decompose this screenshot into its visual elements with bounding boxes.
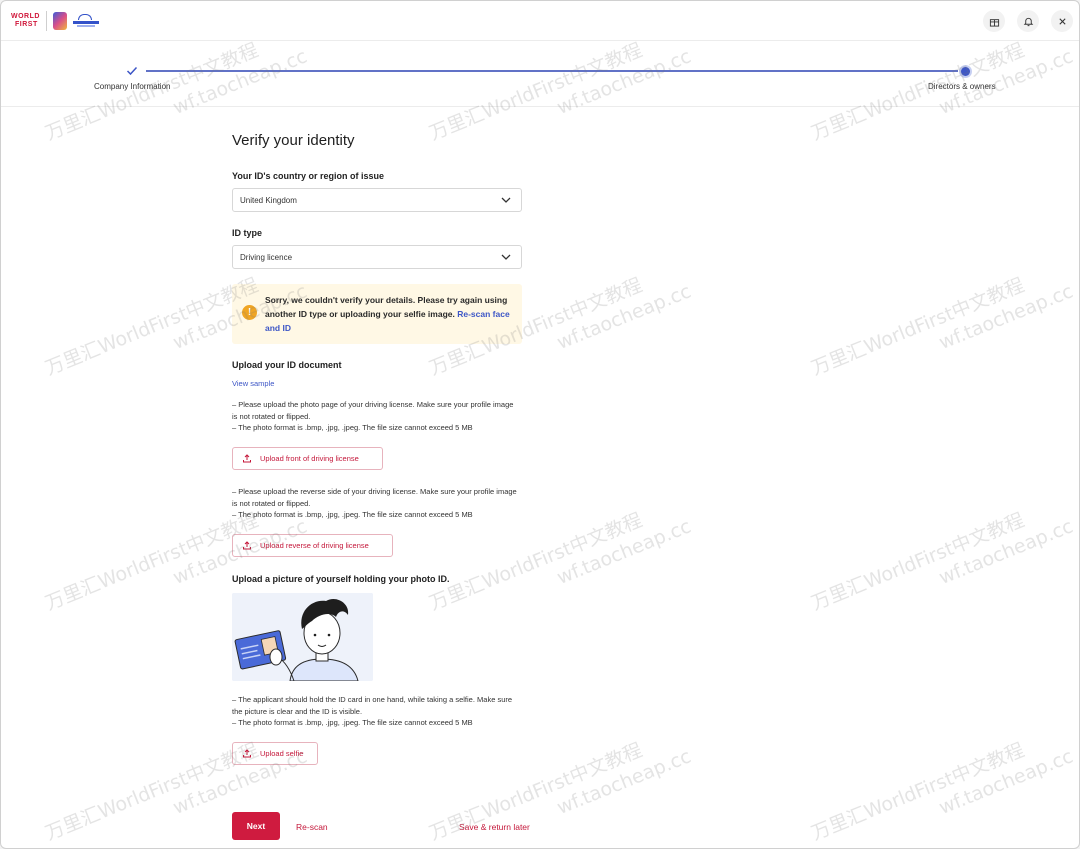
upload-selfie-button[interactable]: Upload selfie — [232, 742, 318, 765]
chevron-down-icon — [501, 197, 511, 203]
stepper-progress-line — [146, 70, 958, 72]
warning-icon: ! — [242, 305, 257, 320]
front-instructions: – Please upload the photo page of your d… — [232, 399, 517, 434]
watermark: 万里汇WorldFirst中文教程 wf.taocheap.cc — [808, 257, 1077, 403]
upload-front-button[interactable]: Upload front of driving license — [232, 447, 383, 470]
upload-icon — [243, 749, 251, 758]
logo-line-1: WORLD — [11, 13, 40, 20]
save-return-later-button[interactable]: Save & return later — [459, 822, 530, 832]
watermark: 万里汇WorldFirst中文教程 wf.taocheap.cc — [808, 722, 1077, 848]
upload-selfie-label: Upload selfie — [260, 749, 304, 758]
front-info-1: – Please upload the photo page of your d… — [232, 400, 514, 421]
reverse-info-1: – Please upload the reverse side of your… — [232, 487, 517, 508]
watermark-line-2: wf.taocheap.cc — [935, 280, 1077, 355]
watermark-line-1: 万里汇WorldFirst中文教程 — [808, 739, 1028, 845]
rescan-button[interactable]: Re-scan — [296, 822, 328, 832]
id-type-select[interactable]: Driving licence — [232, 245, 522, 269]
close-button[interactable] — [1051, 10, 1073, 32]
upload-reverse-button[interactable]: Upload reverse of driving license — [232, 534, 393, 557]
watermark-line-1: 万里汇WorldFirst中文教程 — [808, 509, 1028, 615]
upload-front-label: Upload front of driving license — [260, 454, 359, 463]
country-select[interactable]: United Kingdom — [232, 188, 522, 212]
chevron-down-icon — [501, 254, 511, 260]
id-type-value: Driving licence — [240, 253, 293, 262]
watermark-line-2: wf.taocheap.cc — [553, 515, 695, 590]
country-value: United Kingdom — [240, 196, 297, 205]
upload-icon — [243, 454, 251, 463]
checkmark-icon — [126, 66, 138, 76]
upload-icon — [243, 541, 251, 550]
watermark-line-2: wf.taocheap.cc — [553, 745, 695, 820]
verification-error-alert: ! Sorry, we couldn't verify your details… — [232, 284, 522, 344]
watermark-line-1: 万里汇WorldFirst中文教程 — [808, 274, 1028, 380]
step-company-information[interactable]: Company Information — [94, 82, 170, 91]
watermark: 万里汇WorldFirst中文教程 wf.taocheap.cc — [808, 492, 1077, 638]
close-icon — [1058, 17, 1066, 25]
gift-button[interactable] — [983, 10, 1005, 32]
top-bar: WORLD FIRST — [1, 1, 1079, 41]
worldfirst-logo[interactable]: WORLD FIRST — [11, 11, 99, 31]
selfie-info-2: – The photo format is .bmp, .jpg, .jpeg.… — [232, 718, 473, 727]
partner-badge-icon — [52, 12, 67, 30]
watermark-line-2: wf.taocheap.cc — [935, 745, 1077, 820]
person-holding-id-icon — [232, 593, 373, 681]
reverse-info-2: – The photo format is .bmp, .jpg, .jpeg.… — [232, 510, 473, 519]
alert-message: Sorry, we couldn't verify your details. … — [265, 293, 517, 335]
app-window: WORLD FIRST Company Information Director… — [0, 0, 1080, 849]
id-type-label: ID type — [232, 228, 263, 238]
selfie-illustration — [232, 593, 373, 681]
top-actions — [983, 10, 1073, 32]
upload-id-title: Upload your ID document — [232, 360, 342, 370]
watermark-line-2: wf.taocheap.cc — [935, 515, 1077, 590]
upload-reverse-label: Upload reverse of driving license — [260, 541, 369, 550]
selfie-instructions: – The applicant should hold the ID card … — [232, 694, 517, 729]
next-button[interactable]: Next — [232, 812, 280, 840]
logo-wordmark: WORLD FIRST — [11, 13, 40, 29]
selfie-title: Upload a picture of yourself holding you… — [232, 574, 450, 584]
bell-icon — [1023, 17, 1033, 26]
selfie-info-1: – The applicant should hold the ID card … — [232, 695, 513, 716]
reverse-instructions: – Please upload the reverse side of your… — [232, 486, 517, 521]
gift-icon — [989, 18, 999, 27]
progress-stepper: Company Information Directors & owners — [1, 41, 1079, 107]
front-info-2: – The photo format is .bmp, .jpg, .jpeg.… — [232, 423, 473, 432]
logo-divider — [45, 11, 47, 31]
country-label: Your ID's country or region of issue — [232, 171, 384, 181]
logo-line-2: FIRST — [15, 21, 38, 28]
page-title: Verify your identity — [232, 132, 355, 149]
current-step-dot — [961, 67, 970, 76]
step-directors-owners[interactable]: Directors & owners — [928, 82, 996, 91]
notifications-button[interactable] — [1017, 10, 1039, 32]
view-sample-link[interactable]: View sample — [232, 379, 274, 388]
partner-logo-icon — [72, 14, 99, 28]
